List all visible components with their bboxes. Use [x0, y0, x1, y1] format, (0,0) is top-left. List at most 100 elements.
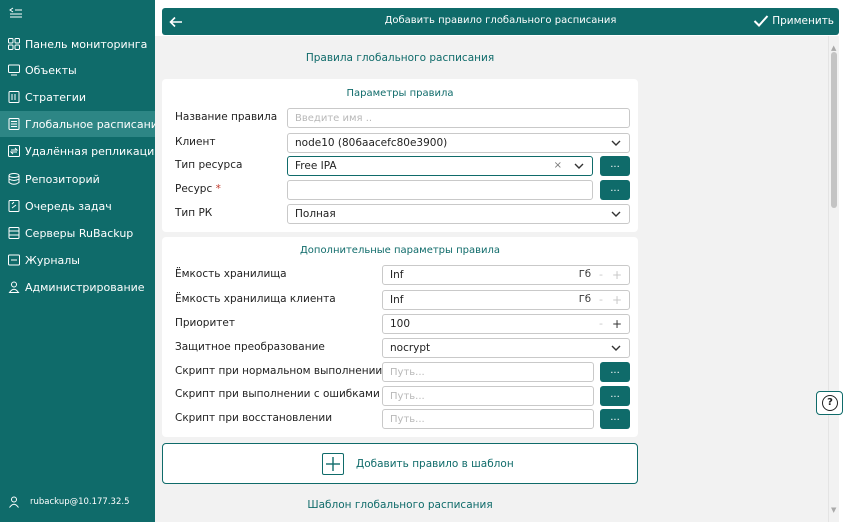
monitor-icon — [8, 64, 20, 76]
add-rule-label: Добавить правило в шаблон — [356, 458, 514, 470]
client-value: node10 (806aacefc80e3900) — [295, 137, 448, 149]
sidebar-item-label: Администрирование — [25, 280, 145, 294]
sidebar-item-label: Репозиторий — [25, 172, 100, 186]
user-label: rubackup@10.177.32.5 — [30, 497, 130, 507]
protective-transform-select[interactable]: nocrypt — [382, 338, 630, 358]
sidebar-item-logs[interactable]: Журналы — [0, 247, 155, 273]
sidebar-item-global-schedule[interactable]: Глобальное расписание — [0, 111, 165, 137]
extra-params-card: Дополнительные параметры правила Ёмкость… — [162, 237, 638, 437]
backup-type-value: Полная — [295, 208, 336, 220]
rule-name-label: Название правила — [175, 111, 278, 123]
script-restore-browse-button[interactable]: ... — [600, 409, 630, 429]
script-error-label: Скрипт при выполнении с ошибками — [175, 388, 380, 400]
clear-icon[interactable]: × — [554, 160, 562, 171]
script-error-browse-button[interactable]: ... — [600, 386, 630, 406]
unit-label: Гб — [578, 269, 591, 280]
chevron-down-icon — [611, 345, 621, 351]
resource-input[interactable] — [287, 180, 593, 200]
replication-icon — [8, 145, 20, 157]
card-title: Параметры правила — [346, 88, 454, 99]
apply-button[interactable]: Применить — [753, 14, 834, 28]
chevron-down-icon — [611, 211, 621, 217]
backup-type-label: Тип РК — [175, 207, 213, 219]
page-title: Добавить правило глобального расписания — [384, 15, 617, 26]
decrement-button[interactable]: - — [599, 317, 603, 330]
resource-type-value: Free IPA — [295, 160, 337, 172]
unit-label: Гб — [578, 294, 591, 305]
rule-name-placeholder: Введите имя .. — [295, 112, 373, 124]
sidebar-item-servers[interactable]: Серверы RuBackup — [0, 220, 155, 246]
plus-icon — [322, 453, 344, 475]
sidebar-item-repository[interactable]: Репозиторий — [0, 166, 155, 192]
resource-type-label: Тип ресурса — [175, 159, 243, 171]
chevron-down-icon — [574, 163, 584, 169]
scroll-up-icon[interactable]: ▲ — [831, 44, 836, 52]
storage-capacity-value: Inf — [390, 269, 404, 281]
backup-type-select[interactable]: Полная — [287, 204, 630, 224]
log-icon — [8, 254, 20, 266]
script-normal-browse-button[interactable]: ... — [600, 362, 630, 382]
section-title: Правила глобального расписания — [305, 52, 495, 64]
path-placeholder: Путь... — [390, 413, 425, 425]
card-title: Дополнительные параметры правила — [299, 245, 501, 256]
form-content: Правила глобального расписания Параметры… — [155, 36, 828, 522]
client-storage-capacity-input[interactable]: Inf Гб - + — [382, 290, 630, 310]
top-strip — [155, 0, 850, 8]
scrollbar[interactable]: ▲ ▼ — [828, 36, 839, 522]
script-normal-input[interactable]: Путь... — [382, 362, 594, 382]
task-queue-icon — [8, 200, 20, 212]
sidebar-item-label: Глобальное расписание — [25, 117, 165, 131]
sidebar-item-label: Серверы RuBackup — [25, 226, 134, 240]
rule-name-input[interactable]: Введите имя .. — [287, 108, 630, 128]
resource-type-browse-button[interactable]: ... — [600, 156, 630, 176]
apply-label: Применить — [772, 15, 834, 27]
decrement-button[interactable]: - — [599, 268, 603, 281]
script-restore-label: Скрипт при восстановлении — [175, 412, 333, 424]
client-select[interactable]: node10 (806aacefc80e3900) — [287, 133, 630, 153]
check-icon — [754, 15, 769, 27]
path-placeholder: Путь... — [390, 390, 425, 402]
add-rule-to-template-button[interactable]: Добавить правило в шаблон — [162, 443, 638, 484]
user-icon — [8, 496, 20, 508]
sidebar-item-label: Очередь задач — [25, 199, 112, 213]
sidebar-item-task-queue[interactable]: Очередь задач — [0, 193, 155, 219]
help-button[interactable]: ? — [816, 391, 843, 415]
resource-type-select[interactable]: Free IPA × — [287, 156, 593, 176]
script-restore-input[interactable]: Путь... — [382, 409, 594, 429]
priority-input[interactable]: 100 - + — [382, 314, 630, 334]
scrollbar-thumb[interactable] — [831, 52, 837, 208]
strategy-icon — [8, 91, 20, 103]
sidebar-item-label: Удалённая репликация — [25, 144, 161, 158]
collapse-menu-icon[interactable] — [9, 7, 23, 19]
scroll-down-icon[interactable]: ▼ — [831, 506, 836, 514]
storage-capacity-input[interactable]: Inf Гб - + — [382, 265, 630, 285]
sidebar-item-label: Объекты — [25, 63, 77, 77]
sidebar-item-administration[interactable]: Администрирование — [0, 274, 155, 300]
database-icon — [8, 173, 20, 185]
decrement-button[interactable]: - — [599, 293, 603, 306]
page-header: Добавить правило глобального расписания … — [162, 8, 839, 35]
path-placeholder: Путь... — [390, 366, 425, 378]
chevron-down-icon — [611, 140, 621, 146]
increment-button[interactable]: + — [612, 293, 622, 307]
sidebar-item-remote-replication[interactable]: Удалённая репликация — [0, 138, 161, 164]
sidebar-item-strategies[interactable]: Стратегии — [0, 84, 155, 110]
script-error-input[interactable]: Путь... — [382, 386, 594, 406]
priority-value: 100 — [390, 318, 411, 330]
storage-capacity-label: Ёмкость хранилища — [175, 268, 287, 280]
resource-browse-button[interactable]: ... — [600, 180, 630, 200]
dashboard-icon — [8, 38, 20, 50]
client-label: Клиент — [175, 136, 216, 148]
sidebar-item-dashboard[interactable]: Панель мониторинга — [0, 31, 155, 57]
sidebar-item-objects[interactable]: Объекты — [0, 57, 155, 83]
client-storage-capacity-value: Inf — [390, 294, 404, 306]
user-icon — [8, 281, 20, 293]
client-storage-capacity-label: Ёмкость хранилища клиента — [175, 293, 336, 305]
rule-params-card: Параметры правила Название правила Введи… — [162, 79, 638, 232]
script-normal-label: Скрипт при нормальном выполнении — [175, 365, 383, 377]
increment-button[interactable]: + — [612, 317, 622, 331]
increment-button[interactable]: + — [612, 268, 622, 282]
protective-transform-value: nocrypt — [390, 342, 431, 354]
server-icon — [8, 227, 20, 239]
template-section-title: Шаблон глобального расписания — [307, 499, 493, 511]
